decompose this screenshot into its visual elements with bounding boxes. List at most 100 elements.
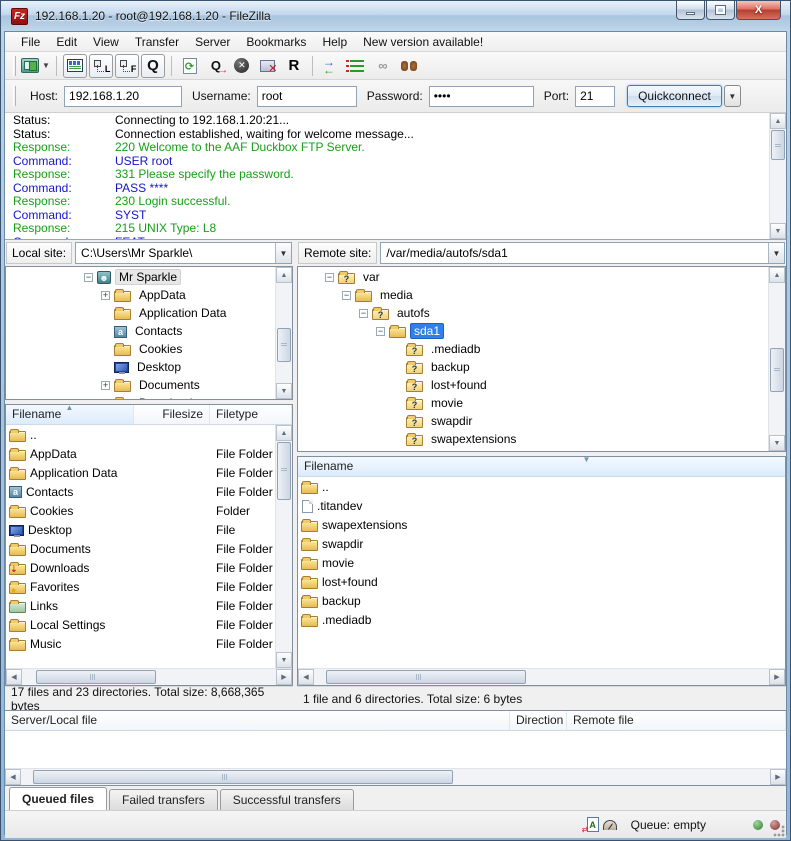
queue-tab[interactable]: Queued files — [9, 787, 107, 810]
remote-list-hscrollbar[interactable]: ◀ ▶ — [298, 668, 785, 685]
minimize-button[interactable] — [676, 1, 705, 20]
file-row[interactable]: AppData File Folder — [6, 444, 275, 463]
file-row[interactable]: swapdir — [298, 534, 785, 553]
process-queue-button[interactable]: Q — [204, 54, 228, 78]
tree-item[interactable]: movie — [298, 394, 767, 412]
password-input[interactable] — [429, 86, 534, 107]
file-row[interactable]: Favorites File Folder — [6, 577, 275, 596]
file-row[interactable]: Application Data File Folder — [6, 463, 275, 482]
toggle-queue-button[interactable]: Q — [141, 54, 165, 78]
local-tree-scrollbar[interactable]: ▲ ▼ — [275, 267, 292, 399]
toggle-local-tree-button[interactable]: L — [89, 54, 113, 78]
tree-item[interactable]: − autofs — [298, 304, 767, 322]
expander-icon[interactable]: − — [342, 291, 351, 300]
quickconnect-button[interactable]: Quickconnect — [627, 85, 722, 107]
remote-tree-scrollbar[interactable]: ▲ ▼ — [768, 267, 785, 451]
local-list-hscrollbar[interactable]: ◀ ▶ — [6, 668, 292, 685]
tree-item[interactable]: lost+found — [298, 376, 767, 394]
tree-item[interactable]: backup — [298, 358, 767, 376]
scroll-right-icon[interactable]: ▶ — [276, 669, 292, 685]
column-header-direction[interactable]: Direction — [510, 711, 567, 730]
queue-tab[interactable]: Successful transfers — [220, 789, 354, 810]
host-input[interactable] — [64, 86, 182, 107]
speed-limit-icon[interactable] — [603, 820, 617, 830]
log-scrollbar[interactable]: ▲ ▼ — [769, 113, 786, 239]
file-row[interactable]: .. — [6, 425, 275, 444]
file-row[interactable]: movie — [298, 553, 785, 572]
queue-tab[interactable]: Failed transfers — [109, 789, 218, 810]
queue-hscrollbar[interactable]: ◀ ▶ — [5, 768, 786, 785]
maximize-button[interactable] — [706, 1, 735, 20]
expander-icon[interactable]: − — [359, 309, 368, 318]
expander-icon[interactable]: + — [101, 291, 110, 300]
file-row[interactable]: Music File Folder — [6, 634, 275, 653]
local-list-scrollbar[interactable]: ▲ ▼ — [275, 425, 292, 668]
file-row[interactable]: swapextensions — [298, 515, 785, 534]
tree-item[interactable]: − Mr Sparkle — [6, 268, 274, 286]
scroll-up-icon[interactable]: ▲ — [769, 267, 785, 283]
scrollbar-thumb[interactable] — [326, 670, 526, 684]
scroll-left-icon[interactable]: ◀ — [298, 669, 314, 685]
tree-item[interactable]: Application Data — [6, 304, 274, 322]
toolbar-grip[interactable] — [13, 56, 16, 76]
expander-icon[interactable]: + — [101, 399, 110, 400]
remote-site-combo[interactable]: /var/media/autofs/sda1 ▼ — [380, 242, 785, 264]
cancel-button[interactable]: ✕ — [230, 54, 254, 78]
column-header-filename[interactable]: ▼ Filename — [298, 457, 786, 476]
menu-item[interactable]: Transfer — [127, 33, 187, 51]
file-row[interactable]: Cookies Folder — [6, 501, 275, 520]
data-type-icon[interactable] — [587, 817, 599, 832]
scrollbar-thumb[interactable] — [277, 328, 291, 362]
scroll-up-icon[interactable]: ▲ — [276, 425, 292, 441]
scrollbar-thumb[interactable] — [36, 670, 156, 684]
chevron-down-icon[interactable]: ▼ — [768, 243, 784, 263]
tree-item[interactable]: .mediadb — [298, 340, 767, 358]
chevron-down-icon[interactable]: ▼ — [275, 243, 291, 263]
file-row[interactable]: Downloads File Folder — [6, 558, 275, 577]
synchronized-browsing-button[interactable]: ∞ — [371, 54, 395, 78]
resize-grip[interactable] — [772, 824, 785, 837]
file-row[interactable]: Desktop File — [6, 520, 275, 539]
scroll-right-icon[interactable]: ▶ — [770, 769, 786, 785]
menu-item[interactable]: Server — [187, 33, 238, 51]
scroll-left-icon[interactable]: ◀ — [6, 669, 22, 685]
find-files-button[interactable] — [397, 54, 421, 78]
tree-item[interactable]: Cookies — [6, 340, 274, 358]
quickconnect-dropdown[interactable]: ▼ — [724, 85, 741, 107]
file-row[interactable]: Local Settings File Folder — [6, 615, 275, 634]
tree-item[interactable]: swapdir — [298, 412, 767, 430]
tree-item[interactable]: dvd — [298, 448, 767, 451]
menu-item[interactable]: Help — [314, 33, 355, 51]
menu-item[interactable]: Bookmarks — [238, 33, 314, 51]
tree-item[interactable]: + AppData — [6, 286, 274, 304]
tree-item[interactable]: swapextensions — [298, 430, 767, 448]
tree-item[interactable]: + Downloads — [6, 394, 274, 399]
scroll-up-icon[interactable]: ▲ — [276, 267, 292, 283]
directory-listing-button[interactable] — [345, 54, 369, 78]
expander-icon[interactable]: − — [376, 327, 385, 336]
refresh-button[interactable] — [178, 54, 202, 78]
scroll-down-icon[interactable]: ▼ — [769, 435, 785, 451]
expander-icon[interactable]: − — [84, 273, 93, 282]
menu-item[interactable]: File — [13, 33, 48, 51]
menu-item[interactable]: Edit — [48, 33, 85, 51]
port-input[interactable] — [575, 86, 615, 107]
menu-item[interactable]: New version available! — [355, 33, 491, 51]
scroll-down-icon[interactable]: ▼ — [276, 383, 292, 399]
compare-directories-button[interactable] — [319, 54, 343, 78]
column-header-filename[interactable]: ▲ Filename — [6, 405, 134, 424]
tree-item[interactable]: + Documents — [6, 376, 274, 394]
scroll-up-icon[interactable]: ▲ — [770, 113, 786, 129]
reconnect-button[interactable]: R — [282, 54, 306, 78]
tree-item[interactable]: Desktop — [6, 358, 274, 376]
tree-item[interactable]: Contacts — [6, 322, 274, 340]
titlebar[interactable]: Fz 192.168.1.20 - root@192.168.1.20 - Fi… — [1, 1, 790, 31]
file-row[interactable]: Links File Folder — [6, 596, 275, 615]
file-row[interactable]: .titandev — [298, 496, 785, 515]
scrollbar-thumb[interactable] — [277, 442, 291, 500]
tree-item[interactable]: − sda1 — [298, 322, 767, 340]
column-header-filetype[interactable]: Filetype — [210, 405, 292, 424]
scrollbar-thumb[interactable] — [33, 770, 453, 784]
tree-item[interactable]: − media — [298, 286, 767, 304]
column-header-server-local-file[interactable]: Server/Local file — [5, 711, 510, 730]
